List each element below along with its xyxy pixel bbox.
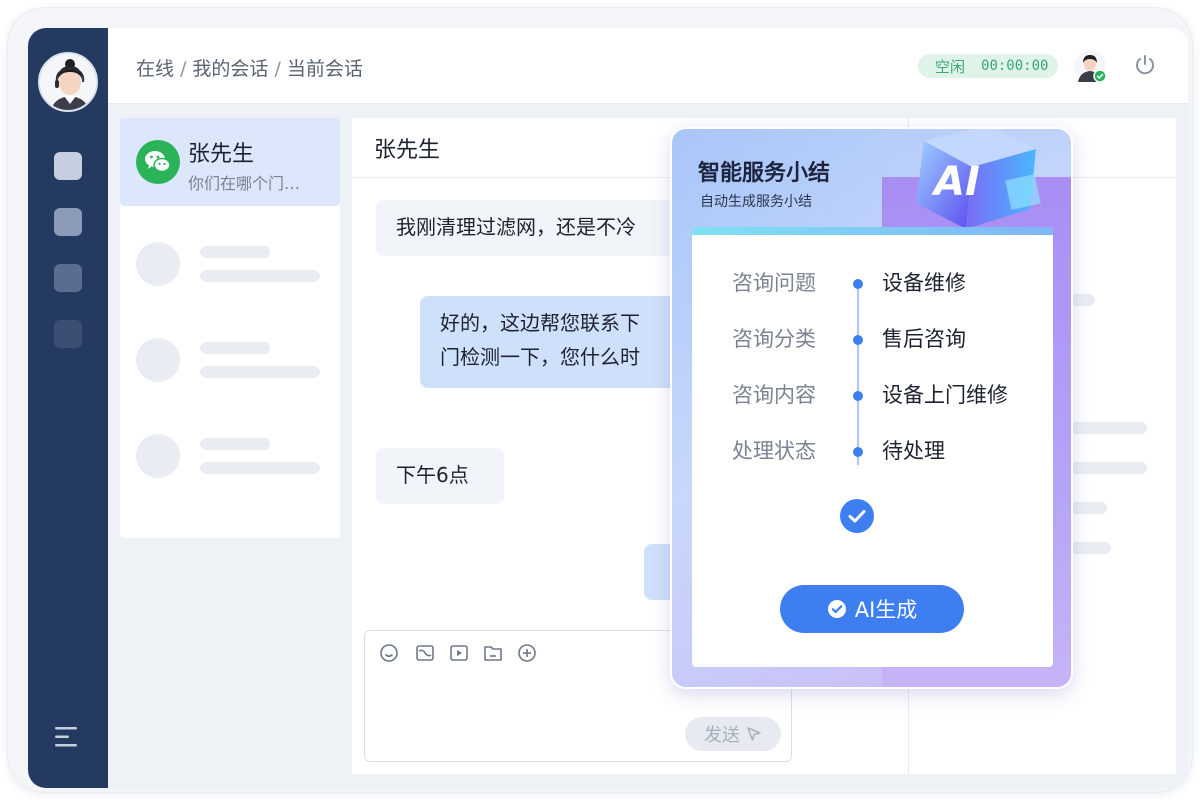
message-line: 门检测一下，您什么时 [440,345,640,369]
ai-summary-subtitle: 自动生成服务小结 [700,194,812,210]
power-icon[interactable] [1134,54,1156,76]
agent-avatar[interactable] [38,52,98,112]
field-value: 待处理 [882,439,945,463]
breadcrumb-item-my-sessions[interactable]: 我的会话 [192,58,268,80]
ai-summary-title: 智能服务小结 [698,161,831,186]
message-incoming: 下午6点 [376,448,504,504]
chat-title: 张先生 [374,138,441,163]
ai-generate-label: AI生成 [854,598,918,622]
placeholder-avatar [136,242,180,286]
placeholder-line [200,462,320,474]
placeholder-line [200,246,270,258]
top-bar: 在线 / 我的会话 / 当前会话 空闲 00:00:00 [108,28,1188,104]
contact-name: 张先生 [188,142,255,167]
folder-icon[interactable] [483,643,503,663]
status-label: 空闲 [935,57,966,76]
nav-item-2[interactable] [54,208,82,236]
message-outgoing: 好的，这边帮您联系下 门检测一下，您什么时 [420,296,700,388]
breadcrumb-separator: / [274,58,281,80]
sidebar [28,28,108,788]
agent-online-avatar-icon [1074,50,1107,83]
ai-summary-topline [692,227,1053,235]
field-value: 售后咨询 [882,327,966,351]
wechat-icon [136,140,180,184]
emoji-icon[interactable] [379,643,399,663]
field-label: 咨询分类 [732,327,816,351]
ai-summary-card: 智能服务小结 自动生成服务小结 AI 咨询问题 设备维修 咨询分类 售后咨询 咨… [670,127,1073,689]
video-icon[interactable] [449,643,469,663]
status-timer: 00:00:00 [981,58,1049,74]
check-circle-icon [840,499,874,533]
check-icon [827,600,846,618]
timeline-dot [853,335,863,345]
breadcrumb-separator: / [180,58,187,80]
placeholder-avatar [136,434,180,478]
message-line: 好的，这边帮您联系下 [440,311,640,335]
nav-item-3[interactable] [54,264,82,292]
timeline-dot [853,279,863,289]
ai-badge-text: AI [931,159,980,205]
message-incoming: 我刚清理过滤网，还是不冷 [376,200,696,256]
placeholder-line [200,366,320,378]
menu-icon[interactable] [55,724,81,750]
image-icon[interactable] [415,643,435,663]
placeholder-avatar [136,338,180,382]
breadcrumb: 在线 / 我的会话 / 当前会话 [136,54,363,81]
timeline-dot [853,447,863,457]
timeline-dot [853,391,863,401]
breadcrumb-item-online[interactable]: 在线 [136,58,174,80]
send-button[interactable]: 发送 [685,717,781,751]
agent-portrait-icon [40,54,96,110]
ai-cube-icon: AI [916,129,1041,229]
field-value: 设备上门维修 [882,383,1008,407]
breadcrumb-item-current-session: 当前会话 [286,58,363,80]
nav-item-1[interactable] [54,152,82,180]
user-avatar[interactable] [1074,50,1107,83]
ai-generate-button[interactable]: AI生成 [780,585,964,633]
nav-item-4[interactable] [54,320,82,348]
placeholder-line [200,438,270,450]
field-label: 处理状态 [732,439,816,463]
placeholder-line [200,342,270,354]
placeholder-line [200,270,320,282]
field-label: 咨询问题 [732,271,816,295]
contact-preview: 你们在哪个门… [188,174,301,193]
contact-item-active[interactable]: 张先生 你们在哪个门… [120,118,340,206]
contact-list: 张先生 你们在哪个门… [120,118,340,538]
send-arrow-icon [747,727,761,741]
send-label: 发送 [704,725,740,746]
ai-summary-body: 咨询问题 设备维修 咨询分类 售后咨询 咨询内容 设备上门维修 处理状态 待处理… [692,227,1053,667]
timeline-line [857,283,859,465]
field-label: 咨询内容 [732,383,816,407]
plus-icon[interactable] [517,643,537,663]
field-value: 设备维修 [882,271,966,295]
agent-status-badge[interactable]: 空闲 00:00:00 [918,54,1058,78]
